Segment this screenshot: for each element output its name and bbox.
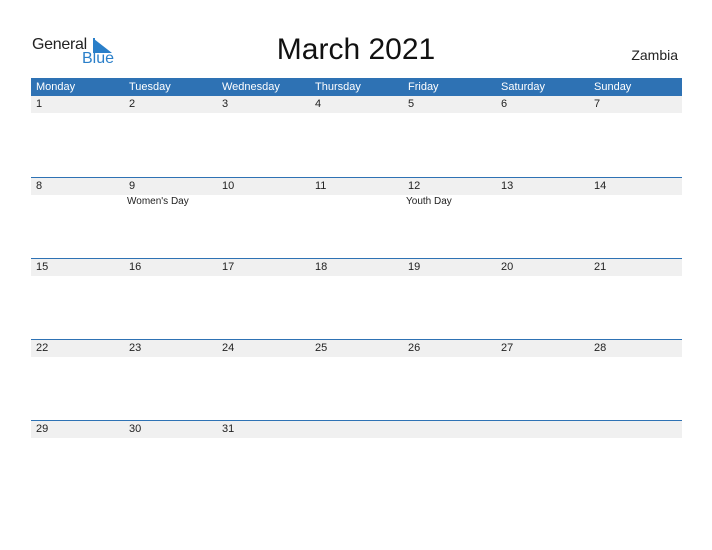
- day-number: 18: [315, 261, 328, 273]
- day-number: [403, 421, 496, 438]
- day-number: 29: [36, 423, 49, 435]
- date-strip: 8 9 10 11 12 13 14: [31, 178, 682, 195]
- calendar-week: 15 16 17 18 19 20 21: [31, 258, 682, 339]
- day-number: 21: [594, 261, 607, 273]
- day-number: 26: [408, 342, 421, 354]
- day-number: 27: [501, 342, 514, 354]
- day-number: 3: [222, 98, 229, 110]
- calendar-grid: Monday Tuesday Wednesday Thursday Friday…: [31, 78, 682, 501]
- day-number: 2: [129, 98, 136, 110]
- weekday-saturday: Saturday: [501, 81, 546, 93]
- weekday-header: Monday Tuesday Wednesday Thursday Friday…: [31, 78, 682, 96]
- day-number: 1: [36, 98, 43, 110]
- day-number: 6: [501, 98, 508, 110]
- day-number: 13: [501, 180, 514, 192]
- day-number: 16: [129, 261, 142, 273]
- holiday-label: [310, 195, 403, 209]
- holiday-label: Women's Day: [127, 196, 189, 207]
- day-number: 10: [222, 180, 235, 192]
- date-strip: 1 2 3 4 5 6 7: [31, 96, 682, 113]
- calendar-title: March 2021: [276, 33, 436, 66]
- day-number: 12: [408, 180, 421, 192]
- day-number: 15: [36, 261, 49, 273]
- day-number: 25: [315, 342, 328, 354]
- holiday-label: [217, 195, 310, 209]
- calendar-week: 29 30 31: [31, 420, 682, 501]
- calendar-week: 8 9 10 11 12 13 14 Women's Day Youth Day: [31, 177, 682, 258]
- day-number: 11: [315, 180, 327, 192]
- weekday-monday: Monday: [36, 81, 76, 93]
- day-number: [496, 421, 589, 438]
- weekday-thursday: Thursday: [315, 81, 361, 93]
- day-number: 31: [222, 423, 235, 435]
- calendar-week: 1 2 3 4 5 6 7: [31, 96, 682, 177]
- day-number: 28: [594, 342, 607, 354]
- day-number: 22: [36, 342, 49, 354]
- weekday-wednesday: Wednesday: [222, 81, 280, 93]
- holiday-label: Youth Day: [406, 196, 452, 207]
- date-strip: 29 30 31: [31, 421, 682, 438]
- date-strip: 15 16 17 18 19 20 21: [31, 259, 682, 276]
- day-number: 7: [594, 98, 601, 110]
- day-number: 4: [315, 98, 322, 110]
- day-number: [310, 421, 403, 438]
- date-strip: 22 23 24 25 26 27 28: [31, 340, 682, 357]
- events-row: Women's Day Youth Day: [31, 195, 682, 209]
- day-number: 9: [129, 180, 136, 192]
- day-number: 5: [408, 98, 415, 110]
- day-number: 20: [501, 261, 514, 273]
- holiday-label: [31, 195, 124, 209]
- day-number: 30: [129, 423, 142, 435]
- day-number: 23: [129, 342, 142, 354]
- weekday-tuesday: Tuesday: [129, 81, 171, 93]
- day-number: 17: [222, 261, 235, 273]
- weekday-friday: Friday: [408, 81, 439, 93]
- day-number: 19: [408, 261, 421, 273]
- day-number: [589, 421, 682, 438]
- day-number: 8: [36, 180, 43, 192]
- weekday-sunday: Sunday: [594, 81, 632, 93]
- day-number: 14: [594, 180, 607, 192]
- calendar-week: 22 23 24 25 26 27 28: [31, 339, 682, 420]
- holiday-label: [496, 195, 589, 209]
- country-label: Zambia: [631, 47, 678, 63]
- day-number: 24: [222, 342, 235, 354]
- holiday-label: [589, 195, 682, 209]
